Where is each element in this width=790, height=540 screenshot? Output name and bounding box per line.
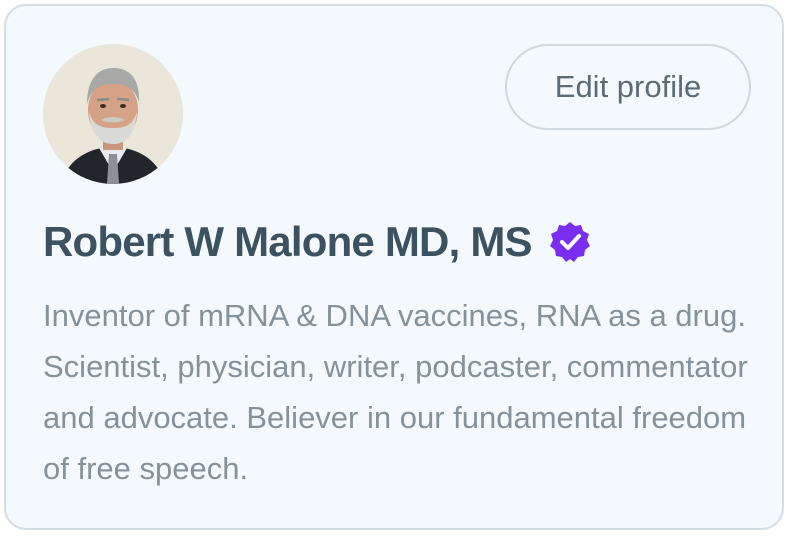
profile-photo [43,44,183,184]
verified-badge-icon [548,220,592,264]
avatar[interactable] [43,44,183,184]
profile-bio: Inventor of mRNA & DNA vaccines, RNA as … [43,298,748,486]
profile-name: Robert W Malone MD, MS [43,218,533,265]
edit-profile-button[interactable]: Edit profile [505,44,751,130]
name-row: Robert W Malone MD, MS [43,218,592,266]
profile-card: Edit profile Robert W Malone MD, MS Inve… [4,4,784,530]
